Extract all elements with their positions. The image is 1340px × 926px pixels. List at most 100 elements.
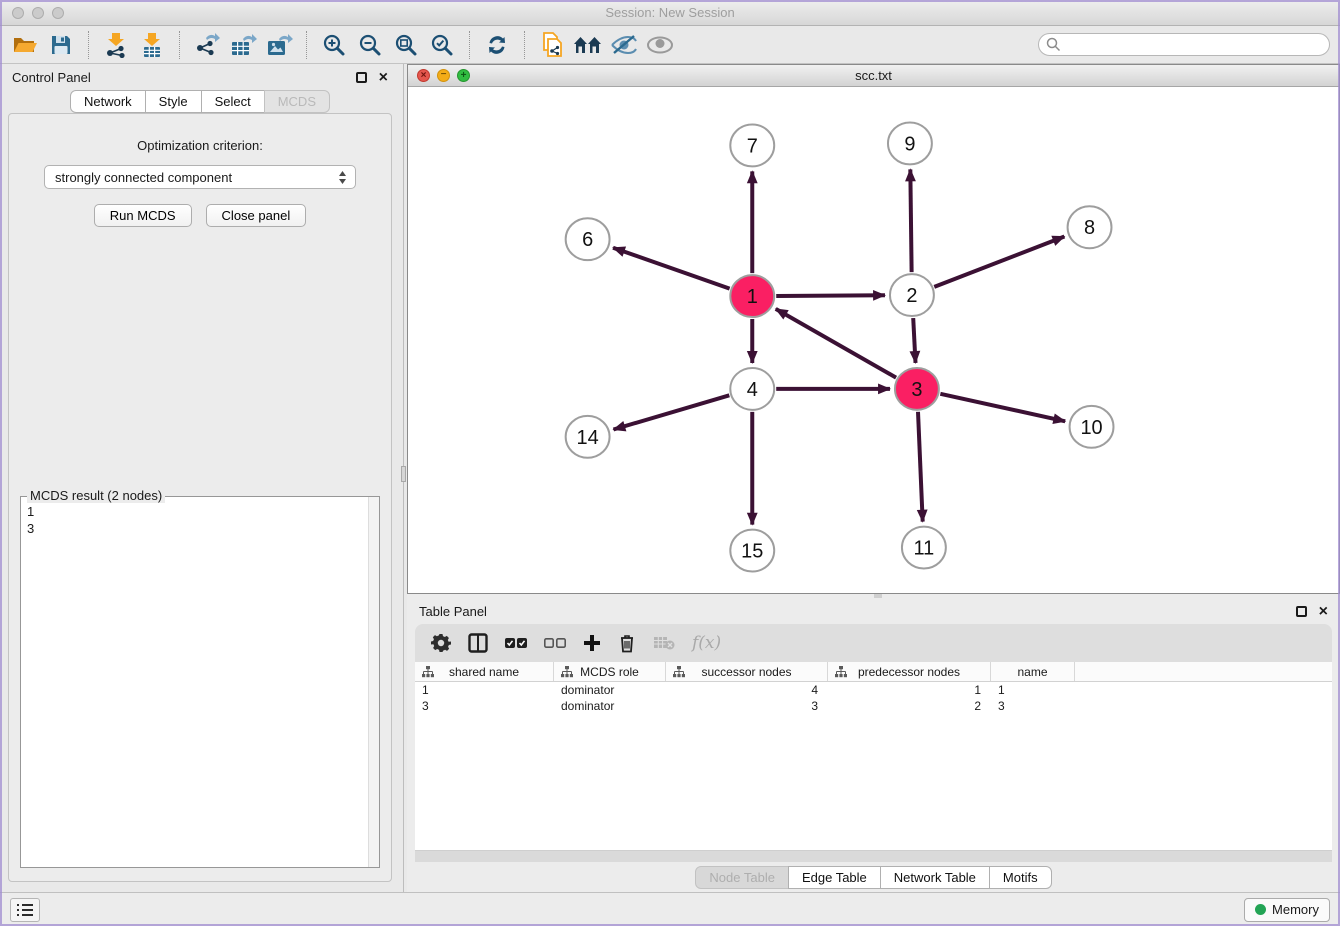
graph-node-2[interactable]: 2 — [890, 274, 934, 316]
column-header-successor-nodes[interactable]: successor nodes — [666, 662, 828, 681]
svg-text:7: 7 — [747, 135, 758, 157]
search-input[interactable] — [1038, 33, 1330, 56]
table-cell[interactable]: 1 — [828, 682, 991, 698]
graph-edge-3-10[interactable] — [940, 394, 1065, 422]
table-hscrollbar[interactable] — [415, 850, 1332, 862]
select-all-icon[interactable] — [505, 637, 527, 649]
select-stepper-icon — [338, 170, 347, 188]
horizontal-splitter[interactable] — [407, 594, 1340, 598]
zoom-selected-icon[interactable] — [427, 31, 457, 59]
zoom-in-icon[interactable] — [319, 31, 349, 59]
tab-network[interactable]: Network — [70, 90, 146, 113]
column-header-name[interactable]: name — [991, 662, 1075, 681]
refresh-icon[interactable] — [482, 31, 512, 59]
new-network-from-selection-icon[interactable] — [537, 31, 567, 59]
network-canvas[interactable]: 7 9 6 8 1 2 4 3 14 10 15 11 — [408, 87, 1339, 593]
graph-edge-2-3[interactable] — [913, 318, 915, 363]
graph-node-7[interactable]: 7 — [730, 124, 774, 166]
zoom-out-icon[interactable] — [355, 31, 385, 59]
import-network-icon[interactable] — [101, 31, 131, 59]
graph-edge-4-14[interactable] — [613, 395, 729, 429]
hide-selected-icon[interactable] — [609, 31, 639, 59]
export-network-icon[interactable] — [192, 31, 222, 59]
graph-edge-2-8[interactable] — [934, 237, 1064, 287]
graph-edge-1-2[interactable] — [776, 295, 885, 296]
table-tabs: Node TableEdge TableNetwork TableMotifs — [695, 866, 1051, 889]
graph-node-9[interactable]: 9 — [888, 122, 932, 164]
add-column-icon[interactable] — [583, 634, 601, 652]
criterion-select[interactable]: strongly connected component — [44, 165, 356, 189]
table-cell[interactable]: 4 — [666, 682, 828, 698]
net-maximize-icon[interactable] — [457, 69, 470, 82]
graph-edge-2-9[interactable] — [910, 169, 911, 272]
hsplitter-handle-icon[interactable] — [874, 594, 882, 598]
svg-text:6: 6 — [582, 229, 593, 251]
mcds-result-text[interactable]: 1 3 — [21, 497, 368, 867]
zoom-fit-icon[interactable] — [391, 31, 421, 59]
table-cell[interactable]: 2 — [828, 698, 991, 714]
main-toolbar — [0, 26, 1340, 64]
delete-column-icon[interactable] — [618, 633, 636, 653]
graph-edge-1-6[interactable] — [613, 248, 730, 289]
table-cell[interactable]: 1 — [991, 682, 1075, 698]
table-row[interactable]: 1dominator411 — [415, 682, 1332, 698]
table-cell[interactable]: 3 — [991, 698, 1075, 714]
control-panel-title: Control Panel — [12, 70, 91, 85]
first-neighbors-icon[interactable] — [573, 31, 603, 59]
splitter-handle-icon[interactable] — [401, 466, 406, 482]
graph-node-1[interactable]: 1 — [730, 275, 774, 317]
svg-text:14: 14 — [577, 427, 599, 449]
export-image-icon[interactable] — [264, 31, 294, 59]
gear-icon[interactable] — [431, 633, 451, 653]
graph-node-14[interactable]: 14 — [566, 416, 610, 458]
result-scrollbar[interactable] — [368, 497, 379, 867]
table-row[interactable]: 3dominator323 — [415, 698, 1332, 714]
graph-node-11[interactable]: 11 — [902, 527, 946, 569]
tab-motifs[interactable]: Motifs — [989, 866, 1052, 889]
export-table-icon[interactable] — [228, 31, 258, 59]
table-cell[interactable]: dominator — [554, 682, 666, 698]
column-type-icon — [561, 666, 573, 681]
tab-network-table[interactable]: Network Table — [880, 866, 990, 889]
float-panel-icon[interactable] — [356, 72, 367, 83]
close-panel-icon[interactable]: × — [379, 72, 388, 83]
graph-node-4[interactable]: 4 — [730, 368, 774, 410]
net-minimize-icon[interactable] — [437, 69, 450, 82]
graph-node-8[interactable]: 8 — [1068, 206, 1112, 248]
close-table-panel-icon[interactable]: × — [1319, 606, 1328, 617]
column-header-shared-name[interactable]: shared name — [415, 662, 554, 681]
graph-node-6[interactable]: 6 — [566, 218, 610, 260]
tab-select[interactable]: Select — [201, 90, 265, 113]
memory-button[interactable]: Memory — [1244, 898, 1330, 922]
tab-edge-table[interactable]: Edge Table — [788, 866, 881, 889]
table-cell[interactable]: 3 — [666, 698, 828, 714]
graph-edge-3-1[interactable] — [776, 309, 896, 378]
table-cell[interactable]: 1 — [415, 682, 554, 698]
graph-node-10[interactable]: 10 — [1070, 406, 1114, 448]
net-close-icon[interactable] — [417, 69, 430, 82]
close-panel-button[interactable]: Close panel — [206, 204, 307, 227]
table-cell[interactable]: dominator — [554, 698, 666, 714]
import-table-icon[interactable] — [137, 31, 167, 59]
column-header-mcds-role[interactable]: MCDS role — [554, 662, 666, 681]
svg-text:9: 9 — [904, 133, 915, 155]
graph-node-15[interactable]: 15 — [730, 530, 774, 572]
column-header-predecessor-nodes[interactable]: predecessor nodes — [828, 662, 991, 681]
deselect-all-icon[interactable] — [544, 637, 566, 649]
panel-splitter[interactable] — [400, 64, 407, 892]
optimization-label: Optimization criterion: — [137, 138, 263, 153]
window-title: Session: New Session — [0, 5, 1340, 20]
task-history-button[interactable] — [10, 898, 40, 922]
graph-node-3[interactable]: 3 — [895, 368, 939, 410]
open-session-icon[interactable] — [10, 31, 40, 59]
graph-edge-3-11[interactable] — [918, 412, 923, 522]
float-table-panel-icon[interactable] — [1296, 606, 1307, 617]
table-cell[interactable]: 3 — [415, 698, 554, 714]
tab-style[interactable]: Style — [145, 90, 202, 113]
tab-mcds[interactable]: MCDS — [264, 90, 330, 113]
save-session-icon[interactable] — [46, 31, 76, 59]
run-mcds-button[interactable]: Run MCDS — [94, 204, 192, 227]
column-browser-icon[interactable] — [468, 633, 488, 653]
show-all-icon[interactable] — [645, 31, 675, 59]
tab-node-table[interactable]: Node Table — [695, 866, 789, 889]
